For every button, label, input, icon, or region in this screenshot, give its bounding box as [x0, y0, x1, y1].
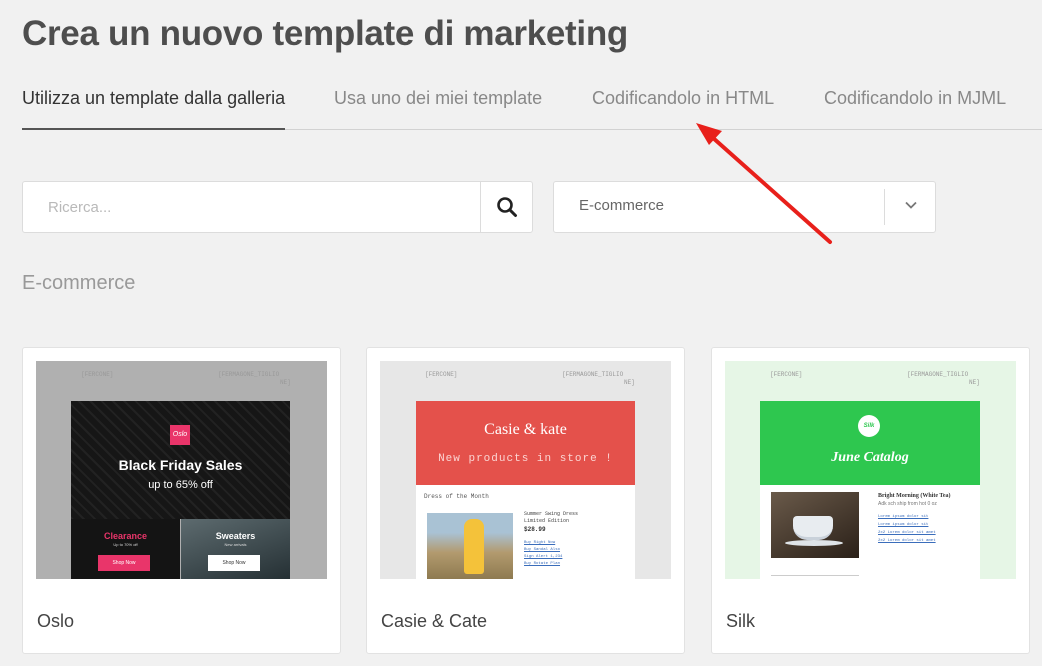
template-name: Silk	[726, 611, 756, 631]
oslo-logo: Oslo	[170, 425, 190, 445]
category-select-value: E-commerce	[579, 197, 665, 214]
template-preview: [FERCONE] [FERMAGONE_TIGLIO NE] Silk June…	[725, 361, 1016, 579]
page-title: Crea un nuovo template di marketing	[22, 14, 628, 53]
preview-tagline: New products in store !	[438, 453, 613, 465]
tab-gallery[interactable]: Utilizza un template dalla galleria	[22, 88, 286, 130]
preview-link: Buy Right Now	[524, 541, 556, 545]
preview-block-sub: Up to 70% off	[113, 542, 138, 547]
preview-product: Summer Swing Dress Limited Edition	[524, 511, 579, 524]
tab-bar: Utilizza un template dalla galleria Usa …	[22, 88, 1042, 130]
preview-shop-button: Shop Now	[208, 555, 260, 571]
template-name: Casie & Cate	[381, 611, 488, 631]
placeholder-text: [FERMAGONE_TIGLIO NE]	[562, 371, 635, 386]
search-icon	[496, 197, 517, 217]
search-input[interactable]	[23, 182, 480, 232]
preview-hero: Casie & kate New products in store !	[416, 401, 635, 485]
preview-block-title: Sweaters	[215, 531, 256, 541]
preview-block-sub: New arrivals	[224, 542, 247, 547]
category-heading: E-commerce	[22, 272, 136, 294]
preview-block-title: Clearance	[103, 531, 148, 541]
template-preview: [FERCONE] [FERMAGONE_TIGLIO NE] Oslo Blac…	[36, 361, 327, 579]
search-button[interactable]	[480, 182, 532, 232]
placeholder-text: [FERCONE]	[425, 371, 458, 378]
preview-link: Buy Rotate Plan	[524, 562, 561, 566]
product-photo	[771, 492, 859, 558]
placeholder-text: [FERCONE]	[81, 371, 114, 378]
template-card-silk[interactable]: [FERCONE] [FERMAGONE_TIGLIO NE] Silk June…	[711, 347, 1030, 654]
preview-hero: Oslo Black Friday Sales up to 65% off	[71, 401, 290, 519]
preview-link: 2x2 Lorem dolor sit amet	[878, 531, 936, 535]
preview-link: Buy Sandal Also	[524, 548, 561, 552]
tab-code-html[interactable]: Codificandolo in HTML	[592, 88, 774, 129]
preview-product: Bright Morning (White Tea)	[878, 493, 951, 499]
preview-headline: Black Friday Sales	[118, 457, 243, 473]
placeholder-text: [FERMAGONE_TIGLIO NE]	[218, 371, 291, 386]
search-box	[22, 181, 533, 233]
preview-headline: June Catalog	[831, 450, 909, 465]
preview-link: 2x2 Lorem dolor sit amet	[878, 539, 936, 543]
placeholder-text: [FERCONE]	[770, 371, 803, 378]
select-divider	[884, 189, 885, 225]
preview-shop-button: Shop Now	[98, 555, 150, 571]
template-name: Oslo	[37, 611, 75, 631]
preview-hero: Silk June Catalog	[760, 401, 980, 485]
preview-block-right: Sweaters New arrivals Shop Now	[181, 519, 290, 579]
product-photo	[427, 513, 513, 579]
template-card-casie-cate[interactable]: [FERCONE] [FERMAGONE_TIGLIO NE] Casie & k…	[366, 347, 685, 654]
preview-section-title: Dress of the Month	[424, 493, 489, 500]
silk-logo: Silk	[858, 415, 880, 437]
preview-block-left: Clearance Up to 70% off Shop Now	[71, 519, 180, 579]
preview-price: $28.99	[524, 526, 546, 533]
preview-link: Lorem ipsum dolor sit	[878, 515, 929, 519]
template-card-oslo[interactable]: [FERCONE] [FERMAGONE_TIGLIO NE] Oslo Blac…	[22, 347, 341, 654]
placeholder-text: [FERMAGONE_TIGLIO NE]	[907, 371, 980, 386]
chevron-down-icon	[905, 201, 917, 209]
preview-product-desc: Adk sch ship from hot 0 oz	[878, 501, 937, 507]
template-preview: [FERCONE] [FERMAGONE_TIGLIO NE] Casie & k…	[380, 361, 671, 579]
preview-subheadline: up to 65% off	[148, 479, 213, 491]
tab-code-mjml[interactable]: Codificandolo in MJML	[824, 88, 1006, 129]
preview-brand: Casie & kate	[484, 421, 567, 438]
preview-body: Bright Morning (White Tea) Adk sch ship …	[760, 485, 980, 579]
category-select[interactable]: E-commerce	[553, 181, 936, 233]
preview-body: Dress of the Month Summer Swing Dress Lim…	[416, 485, 635, 579]
tab-my-templates[interactable]: Usa uno dei miei template	[334, 88, 542, 129]
preview-link: Lorem ipsum dolor sit	[878, 523, 929, 527]
preview-link: Sign Alert 1,234	[524, 555, 563, 559]
